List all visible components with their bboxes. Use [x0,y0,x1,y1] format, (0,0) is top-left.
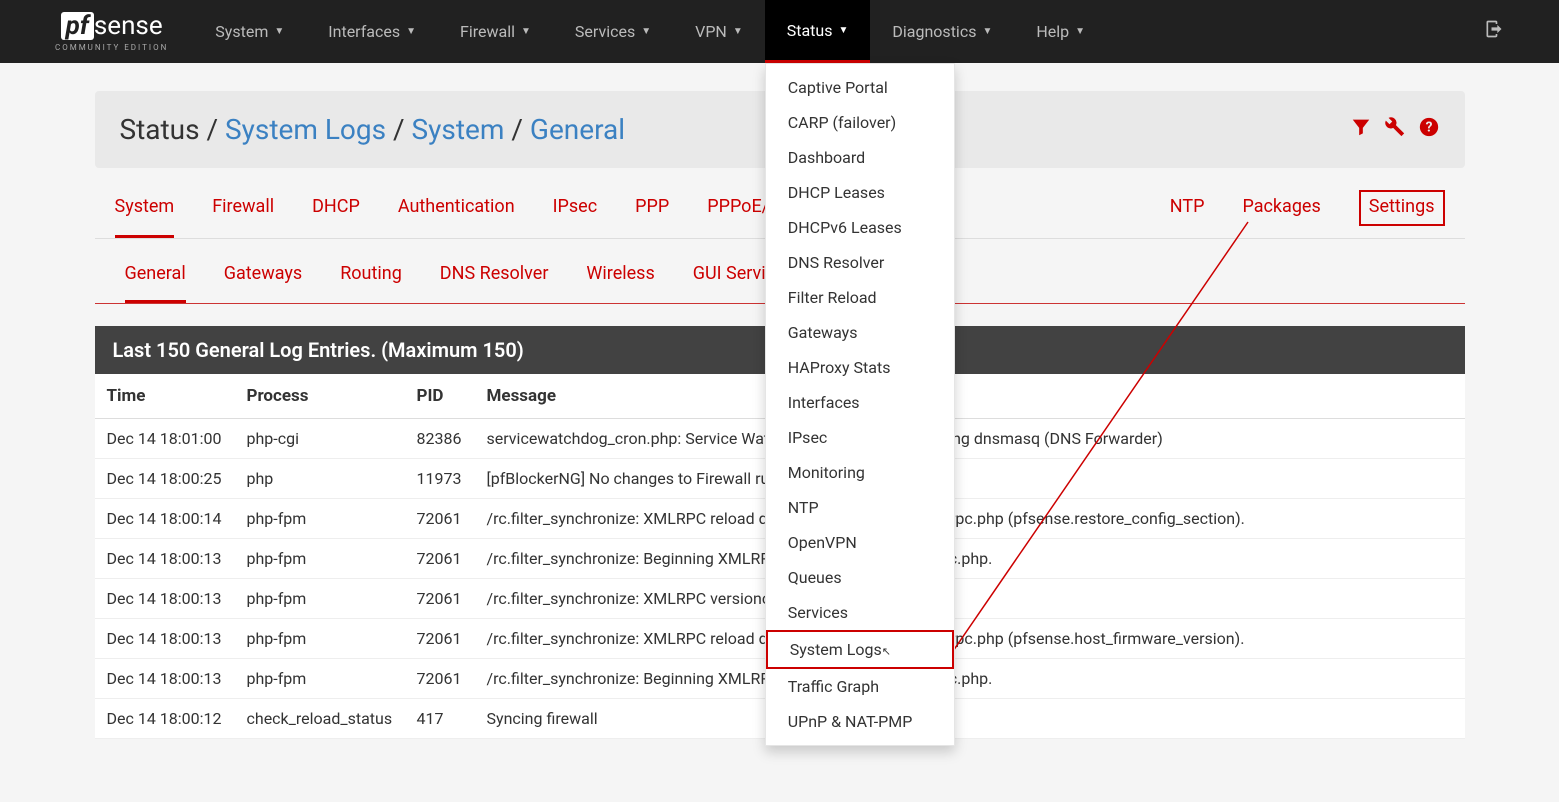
breadcrumb-status[interactable]: Status [120,113,200,146]
tab-ipsec[interactable]: IPsec [553,196,598,238]
cell-pid: 82386 [405,419,475,459]
cell-process: check_reload_status [235,699,405,739]
tab-packages[interactable]: Packages [1242,196,1320,238]
cell-time: Dec 14 18:00:13 [95,539,235,579]
breadcrumb-system-logs[interactable]: System Logs [225,113,386,146]
nav-diagnostics[interactable]: Diagnostics▼ [870,0,1014,63]
dropdown-captive-portal[interactable]: Captive Portal [766,70,954,105]
dropdown-openvpn[interactable]: OpenVPN [766,525,954,560]
dropdown-gateways[interactable]: Gateways [766,315,954,350]
tab-system[interactable]: System [115,196,175,238]
dropdown-haproxy-stats[interactable]: HAProxy Stats [766,350,954,385]
breadcrumb: Status / System Logs / System / General [120,113,626,146]
nav-status[interactable]: Status▼ Captive Portal CARP (failover) D… [765,0,871,63]
cell-time: Dec 14 18:01:00 [95,419,235,459]
col-pid: PID [405,374,475,419]
dropdown-dashboard[interactable]: Dashboard [766,140,954,175]
cell-message: /rc.filter_synchronize: XMLRPC versionch… [475,579,1465,619]
dropdown-upnp[interactable]: UPnP & NAT-PMP [766,704,954,739]
dropdown-dhcpv6-leases[interactable]: DHCPv6 Leases [766,210,954,245]
cell-message: /rc.filter_synchronize: Beginning XMLRPC… [475,659,1465,699]
tab-settings[interactable]: Settings [1359,190,1445,226]
col-process: Process [235,374,405,419]
cell-process: php-cgi [235,419,405,459]
cell-message: Syncing firewall [475,699,1465,739]
status-dropdown: Captive Portal CARP (failover) Dashboard… [765,63,955,746]
brand-subtitle: COMMUNITY EDITION [55,43,168,52]
subtab-general[interactable]: General [125,263,186,303]
tab-authentication[interactable]: Authentication [398,196,515,238]
cell-pid: 72061 [405,499,475,539]
dropdown-monitoring[interactable]: Monitoring [766,455,954,490]
dropdown-services[interactable]: Services [766,595,954,630]
nav-help[interactable]: Help▼ [1014,0,1107,63]
dropdown-system-logs[interactable]: System Logs↖ [766,630,954,669]
nav-interfaces[interactable]: Interfaces▼ [306,0,438,63]
cell-time: Dec 14 18:00:13 [95,619,235,659]
cell-time: Dec 14 18:00:12 [95,699,235,739]
breadcrumb-general[interactable]: General [530,113,625,146]
cell-time: Dec 14 18:00:13 [95,659,235,699]
cell-time: Dec 14 18:00:13 [95,579,235,619]
dropdown-ipsec[interactable]: IPsec [766,420,954,455]
cell-pid: 72061 [405,579,475,619]
nav-menu: System▼ Interfaces▼ Firewall▼ Services▼ … [193,0,1107,63]
dropdown-traffic-graph[interactable]: Traffic Graph [766,669,954,704]
cell-pid: 72061 [405,659,475,699]
filter-icon[interactable] [1350,116,1372,144]
subtab-gateways[interactable]: Gateways [224,263,302,303]
col-time: Time [95,374,235,419]
brand-logo[interactable]: pf sense COMMUNITY EDITION [55,11,168,52]
cell-message: /rc.filter_synchronize: Beginning XMLRPC… [475,539,1465,579]
tab-firewall[interactable]: Firewall [212,196,274,238]
subtab-routing[interactable]: Routing [340,263,402,303]
dropdown-ntp[interactable]: NTP [766,490,954,525]
cell-pid: 72061 [405,539,475,579]
cell-process: php [235,459,405,499]
col-message: Message [475,374,1465,419]
brand-box: pf [61,12,94,41]
dropdown-dns-resolver[interactable]: DNS Resolver [766,245,954,280]
cell-pid: 72061 [405,619,475,659]
tab-dhcp[interactable]: DHCP [312,196,360,238]
cell-message: servicewatchdog_cron.php: Service Watchd… [475,419,1465,459]
nav-system[interactable]: System▼ [193,0,306,63]
wrench-icon[interactable] [1384,116,1406,144]
tab-ppp[interactable]: PPP [635,196,669,238]
logout-icon[interactable] [1484,19,1504,44]
cell-process: php-fpm [235,539,405,579]
cell-process: php-fpm [235,659,405,699]
cell-pid: 11973 [405,459,475,499]
cell-process: php-fpm [235,499,405,539]
cell-message: /rc.filter_synchronize: XMLRPC reload da… [475,499,1465,539]
cell-process: php-fpm [235,619,405,659]
dropdown-interfaces[interactable]: Interfaces [766,385,954,420]
cell-process: php-fpm [235,579,405,619]
nav-vpn[interactable]: VPN▼ [673,0,765,63]
top-navbar: pf sense COMMUNITY EDITION System▼ Inter… [0,0,1559,63]
cell-time: Dec 14 18:00:25 [95,459,235,499]
subtab-dns-resolver[interactable]: DNS Resolver [440,263,549,303]
cell-message: [pfBlockerNG] No changes to Firewall rul… [475,459,1465,499]
tab-ntp[interactable]: NTP [1170,196,1205,238]
cell-message: /rc.filter_synchronize: XMLRPC reload da… [475,619,1465,659]
cell-time: Dec 14 18:00:14 [95,499,235,539]
cell-pid: 417 [405,699,475,739]
dropdown-filter-reload[interactable]: Filter Reload [766,280,954,315]
nav-services[interactable]: Services▼ [553,0,673,63]
nav-firewall[interactable]: Firewall▼ [438,0,553,63]
dropdown-carp[interactable]: CARP (failover) [766,105,954,140]
breadcrumb-system[interactable]: System [412,113,505,146]
subtab-wireless[interactable]: Wireless [586,263,654,303]
svg-text:?: ? [1425,119,1432,135]
brand-text: sense [94,11,163,41]
help-icon[interactable]: ? [1418,116,1440,144]
dropdown-queues[interactable]: Queues [766,560,954,595]
dropdown-dhcp-leases[interactable]: DHCP Leases [766,175,954,210]
